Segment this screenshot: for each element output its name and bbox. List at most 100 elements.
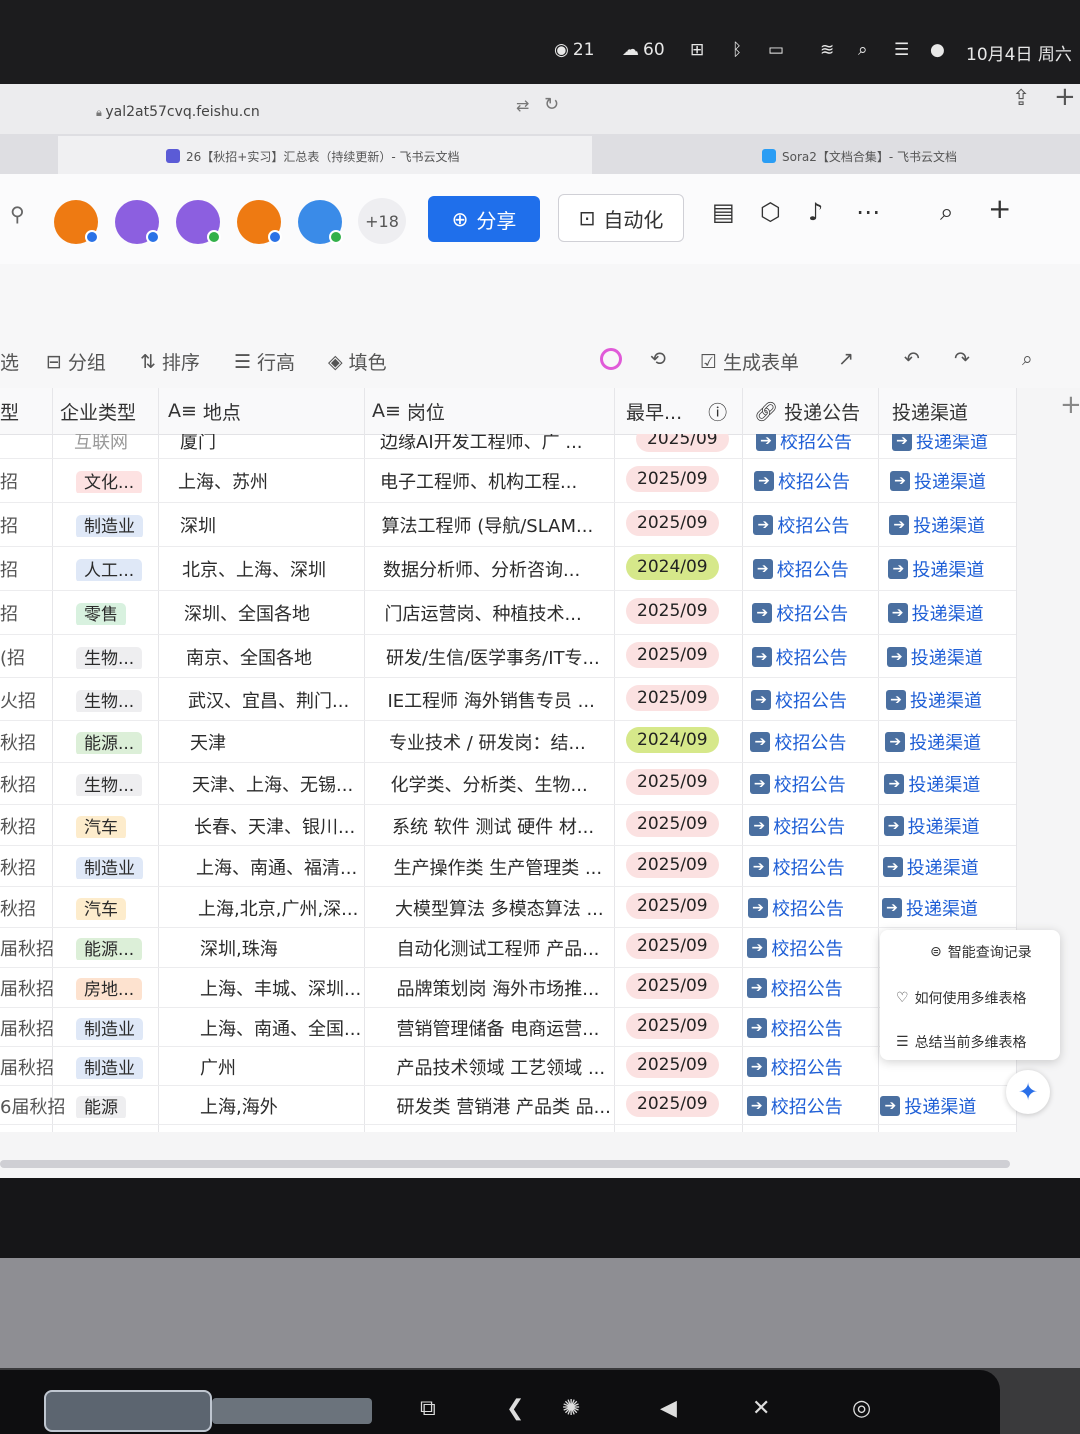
col-header-location[interactable]: A≡ 地点 [168, 388, 241, 434]
search-icon[interactable]: ⌕ [940, 198, 953, 226]
cell-notice-link[interactable]: ➔ 校招公告 [749, 813, 845, 839]
tab-autumn-recruit[interactable]: 26【秋招+实习】汇总表（持续更新）- 飞书云文档 [166, 142, 459, 170]
reading-status[interactable]: ☁ 60 [622, 40, 665, 60]
control-center-icon[interactable]: ☰ [894, 40, 909, 60]
table-row[interactable]: (招 生物... 南京、全国各地 研发/生信/医学事务/IT专... 2025/09 ➔ 校… [0, 634, 1016, 678]
sort-button[interactable]: ⇅ 排序 [140, 348, 200, 375]
cell-channel-link[interactable]: ➔ 投递渠道 [882, 895, 978, 921]
table-row[interactable]: 招 零售 深圳、全国各地 门店运营岗、种植技术... 2025/09 ➔ 校招公告 ➔ 投递渠道 [0, 590, 1016, 635]
cell-channel-link[interactable]: ➔ 投递渠道 [882, 854, 979, 880]
table-row[interactable]: 招 文化... 上海、苏州 电子工程师、机构工程... 2025/09 ➔ 校招公告 ➔ 投递渠… [0, 458, 1016, 503]
redo-icon[interactable]: ↷ [954, 348, 970, 370]
add-icon[interactable]: + [988, 192, 1011, 225]
cell-notice-link[interactable]: ➔ 校招公告 [752, 600, 848, 626]
table-row[interactable]: 招人工... 北京、上海、深圳 数据分析师、分析咨询... 2024/09 ➔ 校招公告 ➔… [0, 546, 1016, 591]
table-row-partial[interactable]: 互联网 厦门 边缘AI开发工程师、广 ... 2025/09 ➔ 校招公告 ➔ 投递… [0, 434, 1016, 459]
table-row[interactable]: 招 制造业 深圳 算法工程师 (导航/SLAM... 2025/09 ➔ 校招公告 ➔ 投递渠道 [0, 502, 1016, 547]
add-column-icon[interactable]: + [1060, 390, 1080, 420]
table-row[interactable]: 秋招 制造业 上海、南通、福清... 生产操作类 生产管理类 ... 2025/09 ➔ 校… [0, 845, 1016, 887]
col-header-earliest[interactable]: 最早... ⓘ [626, 388, 727, 434]
translate-icon[interactable]: ⇄ [516, 96, 529, 115]
col-header-channel[interactable]: 投递渠道 [892, 388, 968, 434]
bluetooth-icon[interactable]: ᛒ [732, 40, 742, 60]
cell-notice-link[interactable]: ➔ 校招公告 [751, 644, 848, 670]
table-row[interactable]: 秋招 生物... 天津、上海、无锡... 化学类、分析类、生物... 2025/09 ➔ 校… [0, 762, 1016, 805]
collapse-icon[interactable]: ❮ [506, 1396, 524, 1421]
more-collaborators[interactable]: +18 [358, 198, 406, 244]
automation-button[interactable]: ⊡ 自动化 [558, 194, 684, 242]
ai-sparkle-button[interactable]: ✦ [1006, 1070, 1050, 1114]
col-header-company-type[interactable]: 企业类型 [60, 388, 136, 434]
template-icon[interactable]: ▤ [712, 198, 735, 226]
tab-sora2[interactable]: Sora2【文档合集】- 飞书云文档 [762, 142, 957, 170]
cell-notice-link[interactable]: ➔ 校招公告 [753, 512, 849, 538]
horizontal-scrollbar[interactable] [0, 1160, 1010, 1168]
plugin-icon[interactable]: ⬡ [760, 198, 781, 226]
spotlight-icon[interactable]: ⌕ [858, 40, 868, 60]
mute-icon[interactable]: ✕ [752, 1396, 770, 1421]
cell-notice-link[interactable]: ➔ 校招公告 [752, 556, 849, 582]
reload-icon[interactable]: ↻ [544, 94, 559, 115]
avatar[interactable] [54, 200, 99, 244]
more-icon[interactable]: ⋯ [856, 198, 880, 226]
wifi-icon[interactable]: ≋ [820, 40, 834, 60]
siri-icon[interactable]: ● [930, 40, 945, 60]
battery-icon[interactable]: ▭ [768, 40, 784, 60]
cell-channel-link[interactable]: ➔ 投递渠道 [885, 729, 981, 755]
table-row[interactable]: 届秋招 制造业 上海、南通、全国... 营销管理储备 电商运营... 2025/09 ➔ 校… [0, 1007, 1016, 1047]
history-icon[interactable]: ⟲ [650, 348, 666, 370]
siri-icon[interactable]: ◎ [852, 1396, 871, 1421]
cell-notice-link[interactable]: ➔ 校招公告 [746, 975, 843, 1001]
search-records-icon[interactable]: ⌕ [1022, 348, 1033, 370]
window-switch-icon[interactable]: ⧉ [420, 1396, 436, 1421]
share-view-icon[interactable]: ↗ [838, 348, 854, 370]
cell-notice-link[interactable]: ➔ 校招公告 [746, 1054, 843, 1080]
cell-channel-link[interactable]: ➔ 投递渠道 [888, 556, 984, 582]
share-sheet-icon[interactable]: ⇪ [1012, 86, 1030, 111]
menu-item-how-to-use[interactable]: ♡ 如何使用多维表格 [896, 988, 1027, 1008]
cell-notice-link[interactable]: ➔ 校招公告 [749, 771, 846, 797]
group-button[interactable]: ⊟ 分组 [46, 348, 106, 375]
table-row[interactable]: 届秋招 房地... 上海、丰城、深圳... 品牌策划岗 海外市场推... 2025/09… [0, 967, 1016, 1008]
cell-channel-link[interactable]: ➔ 投递渠道 [886, 687, 982, 713]
cell-notice-link[interactable]: ➔ 校招公告 [748, 854, 845, 880]
undo-icon[interactable]: ↶ [904, 348, 920, 370]
filter-button[interactable]: 选 [0, 348, 19, 375]
table-row[interactable]: 火招 生物... 武汉、宜昌、荆门... IE工程师 海外销售专员 ... 2025/0… [0, 677, 1016, 721]
cell-channel-link[interactable]: ➔ 投递渠道 [883, 813, 980, 839]
pin-icon[interactable]: ⚲ [10, 202, 25, 226]
cell-notice-link[interactable]: ➔ 校招公告 [751, 687, 847, 713]
table-row[interactable]: 秋招 汽车 上海,北京,广州,深... 大模型算法 多模态算法 ... 2025/09 ➔… [0, 886, 1016, 928]
cell-notice-link[interactable]: ➔ 校招公告 [748, 895, 844, 921]
url-text[interactable]: 🔒︎ yal2at57cvq.feishu.cn [96, 104, 260, 120]
cell-channel-link[interactable]: ➔ 投递渠道 [886, 644, 983, 670]
table-row[interactable]: 6届秋招 能源 上海,海外 研发类 营销港 产品类 品... 2025/09 ➔ 校招公告 ➔… [0, 1085, 1016, 1125]
input-method-icon[interactable]: ⊞ [690, 40, 704, 60]
cell-notice-link[interactable]: ➔ 校招公告 [750, 729, 846, 755]
menu-item-summarize[interactable]: ☰ 总结当前多维表格 [896, 1032, 1027, 1052]
new-tab-icon[interactable]: + [1054, 82, 1076, 112]
datetime[interactable]: 10月4日 周六 [966, 40, 1072, 65]
fill-color-button[interactable]: ◈ 填色 [328, 348, 387, 375]
brightness-icon[interactable]: ✺ [562, 1396, 580, 1421]
cell-notice-link[interactable]: ➔ 校招公告 [746, 1015, 843, 1041]
cell-channel-link[interactable]: ➔ 投递渠道 [887, 600, 984, 626]
cell-notice-link[interactable]: ➔ 校招公告 [754, 468, 850, 494]
row-height-button[interactable]: ☰ 行高 [234, 348, 295, 375]
share-button[interactable]: ⊕ 分享 [428, 196, 540, 242]
avatar[interactable] [176, 200, 221, 244]
avatar[interactable] [237, 200, 282, 244]
table-row[interactable]: 届秋招 制造业 广州 产品技术领域 工艺领域 ... 2025/09 ➔ 校招公告 [0, 1046, 1016, 1086]
table-row[interactable]: 届秋招 能源... 深圳,珠海 自动化测试工程师 产品... 2025/09 ➔校招公告➔… [0, 927, 1016, 968]
col-header-notice[interactable]: 🔗︎ 投递公告 [754, 388, 860, 434]
col-header-type[interactable]: 型 [0, 388, 19, 434]
cell-notice-link[interactable]: ➔ 校招公告 [747, 935, 843, 961]
volume-icon[interactable]: ◀ [660, 1396, 677, 1421]
touchbar-thumbnail[interactable] [44, 1390, 212, 1432]
wechat-status[interactable]: ◉ 21 [554, 40, 594, 60]
ai-ring-icon[interactable] [600, 348, 622, 370]
cell-notice-link[interactable]: ➔ 校招公告 [746, 1093, 843, 1119]
col-header-position[interactable]: A≡ 岗位 [372, 388, 445, 434]
bell-icon[interactable]: ♪ [808, 198, 823, 226]
table-row[interactable]: 秋招 汽车 长春、天津、银川... 系统 软件 测试 硬件 材... 2025/09 ➔ 校… [0, 804, 1016, 846]
